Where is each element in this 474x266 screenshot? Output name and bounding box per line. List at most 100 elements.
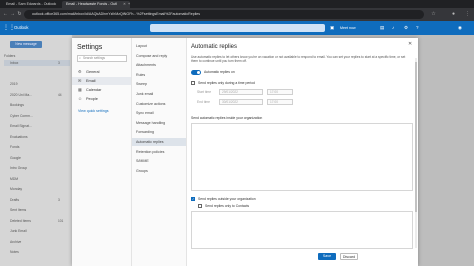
- time-period-checkbox[interactable]: [191, 81, 195, 85]
- menu-icon[interactable]: ⋮: [464, 11, 471, 18]
- calendar-icon: ▦: [78, 87, 82, 92]
- subsection-item[interactable]: Message handling: [132, 119, 186, 127]
- description-text: Use automatic replies to let others know…: [191, 55, 406, 64]
- folder-item[interactable]: MDM: [4, 176, 18, 182]
- url-field[interactable]: outlook.office365.com/mail/inbox/id/AAQk…: [24, 10, 424, 19]
- category-general[interactable]: ⚙ General: [72, 68, 131, 76]
- folder-label: Monday: [10, 187, 23, 191]
- discard-button[interactable]: Discard: [340, 253, 358, 260]
- folder-item[interactable]: Sent Items: [4, 207, 26, 213]
- folder-item[interactable]: Email Signat...: [4, 123, 32, 129]
- save-button[interactable]: Save: [318, 253, 336, 260]
- subsection-item[interactable]: Junk email: [132, 90, 186, 98]
- folder-label: Email Signat...: [10, 124, 32, 128]
- teams-icon[interactable]: ▣: [330, 24, 334, 32]
- subsection-item[interactable]: Compose and reply: [132, 52, 186, 60]
- folder-label: Inbox: [10, 61, 19, 65]
- bell-icon[interactable]: ♪: [392, 24, 394, 32]
- reload-icon[interactable]: ↻: [16, 11, 23, 18]
- folder-item[interactable]: Evaluations: [4, 134, 28, 140]
- start-time-input[interactable]: 17:00: [267, 89, 293, 95]
- folder-item[interactable]: Drafts: [4, 197, 19, 203]
- avatar[interactable]: ◉: [458, 24, 462, 32]
- folder-label: 2020 Uni Ma...: [10, 92, 33, 97]
- subsection-item[interactable]: S/MIME: [132, 157, 186, 165]
- folder-count: 3: [58, 197, 60, 202]
- outside-org-label: Send replies outside your organization: [198, 196, 256, 201]
- settings-icon[interactable]: ⚙: [404, 24, 408, 32]
- folder-item[interactable]: Archive: [4, 239, 21, 245]
- folder-item[interactable]: [4, 71, 10, 77]
- folder-item[interactable]: 2019: [4, 81, 18, 87]
- category-label: General: [86, 70, 100, 74]
- start-time-label: Start time: [197, 90, 212, 94]
- subsection-item[interactable]: Customize actions: [132, 100, 186, 108]
- folder-label: Evaluations: [10, 134, 28, 139]
- folder-label: 2019: [10, 82, 18, 86]
- folders-heading[interactable]: Folders: [4, 53, 15, 59]
- search-input[interactable]: [150, 24, 325, 32]
- category-calendar[interactable]: ▦ Calendar: [72, 86, 131, 94]
- folder-item[interactable]: Fonds: [4, 144, 19, 150]
- folder-item[interactable]: 2020 Uni Ma...: [4, 92, 32, 98]
- view-quick-settings-link[interactable]: View quick settings: [78, 108, 109, 114]
- end-time-label: End time: [197, 100, 211, 104]
- outside-org-checkbox[interactable]: ✓: [191, 197, 195, 201]
- new-tab-button[interactable]: +: [124, 1, 134, 8]
- subsection-item[interactable]: Rules: [132, 71, 186, 79]
- settings-search-placeholder: Search settings: [83, 56, 105, 60]
- new-message-button[interactable]: New message: [10, 41, 42, 48]
- folder-item[interactable]: Monday: [4, 186, 22, 192]
- folder-label: Sent Items: [10, 208, 27, 212]
- toggle-knob: [197, 71, 200, 74]
- contacts-only-label: Send replies only to Contacts: [205, 203, 250, 208]
- back-icon[interactable]: ←: [2, 11, 9, 18]
- folder-item[interactable]: Inbox: [4, 60, 70, 66]
- subsection-item[interactable]: Forwarding: [132, 128, 186, 136]
- category-email[interactable]: ✉ Email: [72, 77, 131, 85]
- folder-item[interactable]: Notes: [4, 249, 19, 255]
- subsection-item[interactable]: Layout: [132, 42, 186, 50]
- subsection-item[interactable]: Sync email: [132, 109, 186, 117]
- bookmark-icon[interactable]: ☆: [430, 11, 437, 18]
- folder-label: Google: [10, 155, 21, 160]
- folder-label: Bookings: [10, 103, 24, 107]
- subsection-item[interactable]: Automatic replies: [132, 138, 186, 146]
- contacts-only-checkbox[interactable]: [198, 204, 202, 208]
- inside-reply-editor[interactable]: [191, 123, 413, 191]
- category-label: People: [86, 97, 98, 101]
- folder-item[interactable]: Deleted Items: [4, 218, 31, 224]
- calendar-icon[interactable]: ▤: [380, 24, 384, 32]
- folder-item[interactable]: Cyber Comm...: [4, 113, 33, 119]
- folder-label: Drafts: [10, 197, 20, 202]
- browser-tab-active[interactable]: Email - Headwaste Fonds - Outl ✕: [62, 1, 130, 8]
- folder-item[interactable]: Bookings: [4, 102, 24, 108]
- folder-item[interactable]: Google: [4, 155, 21, 161]
- tab-label: Email - Sam Edwards - Outlook: [6, 2, 57, 6]
- browser-tab[interactable]: Email - Sam Edwards - Outlook✕: [2, 1, 69, 8]
- start-date-input[interactable]: 29/01/2022: [219, 89, 263, 95]
- end-date-input[interactable]: 30/01/2022: [219, 99, 263, 105]
- help-icon[interactable]: ?: [416, 24, 419, 32]
- folder-item[interactable]: Junk Email: [4, 228, 27, 234]
- people-icon: ☺: [78, 96, 83, 101]
- panel-title: Automatic replies: [191, 44, 238, 50]
- forward-icon[interactable]: →: [9, 11, 16, 18]
- outlook-header: ⋮⋮ Outlook ▣ Meet now ▤ ♪ ⚙ ? ◉: [0, 21, 474, 35]
- subsection-item[interactable]: Groups: [132, 167, 186, 175]
- app-brand[interactable]: Outlook: [14, 24, 28, 32]
- automatic-replies-toggle[interactable]: [191, 70, 201, 75]
- subsection-item[interactable]: Attachments: [132, 61, 186, 69]
- settings-search-input[interactable]: ⌕ Search settings: [77, 55, 127, 62]
- subsection-item[interactable]: Sweep: [132, 80, 186, 88]
- category-people[interactable]: ☺ People: [72, 95, 131, 103]
- folder-label: MDM: [10, 176, 19, 181]
- subsection-item[interactable]: Retention policies: [132, 148, 186, 156]
- end-time-input[interactable]: 17:00: [267, 99, 293, 105]
- close-icon[interactable]: ✕: [408, 41, 412, 47]
- outside-reply-editor[interactable]: [191, 211, 413, 249]
- folder-item[interactable]: Intro Group: [4, 165, 27, 171]
- profile-icon[interactable]: ●: [450, 11, 457, 18]
- meet-now-label[interactable]: Meet now: [340, 24, 356, 32]
- scroll-thumb[interactable]: [415, 62, 417, 212]
